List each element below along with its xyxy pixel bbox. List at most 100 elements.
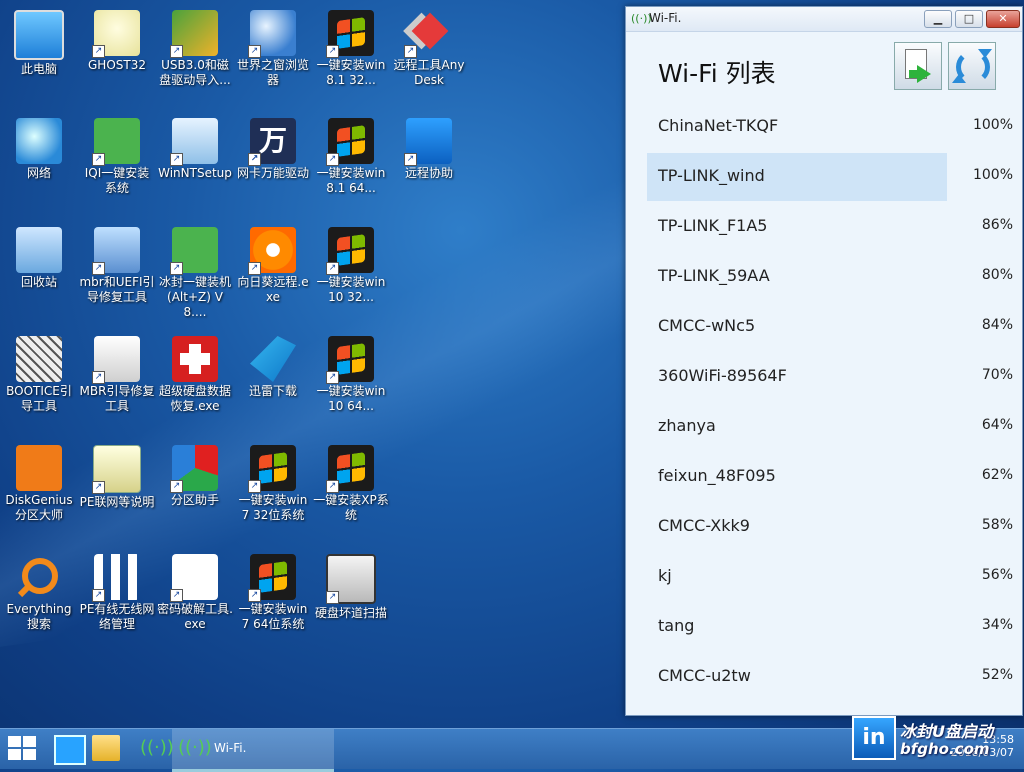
wifi-network-row[interactable]: feixun_48F095 62% <box>647 452 1019 502</box>
desktop-icon-usb-driver[interactable]: ↗ USB3.0和磁盘驱动导入... <box>156 4 234 88</box>
desktop-icon-win7-32[interactable]: ↗ 一键安装win7 32位系统 <box>234 439 312 523</box>
desktop-icon-win81-64[interactable]: ↗ 一键安装win8.1 64... <box>312 112 390 196</box>
desktop-icon-mbr-repair[interactable]: ↗ MBR引导修复工具 <box>78 330 156 414</box>
start-logo-pane <box>23 749 36 760</box>
wifi-network-row[interactable]: tang 34% <box>647 602 1019 652</box>
desktop-icon-partition-assistant[interactable]: ↗ 分区助手 <box>156 439 234 508</box>
desktop-icon-thunder[interactable]: 迅雷下载 <box>234 330 312 399</box>
wifi-ssid: ChinaNet-TKQF <box>658 116 779 135</box>
wifi-list-heading: Wi-Fi 列表 <box>658 59 776 88</box>
desktop-icon-win7-64[interactable]: ↗ 一键安装win7 64位系统 <box>234 548 312 632</box>
desktop-icon-win10-32[interactable]: ↗ 一键安装win10 32... <box>312 221 390 305</box>
desktop-icon-label: 一键安装XP系统 <box>313 493 389 522</box>
desktop-icon-label: 一键安装win7 32位系统 <box>238 493 308 522</box>
wifi-window: ((·)) Wi-Fi. ▁ □ ✕ Wi-Fi 列表 ChinaNet-TKQ… <box>625 6 1023 716</box>
desktop-icon-iqi[interactable]: ↗ IQI一键安装系统 <box>78 112 156 196</box>
desktop-icon-network-manager[interactable]: ↗ PE有线无线网络管理 <box>78 548 156 632</box>
wifi-network-row[interactable]: kj 56% <box>647 552 1019 602</box>
desktop-icon-network[interactable]: 网络 <box>0 112 78 181</box>
red-cross-icon <box>172 336 218 382</box>
close-button[interactable]: ✕ <box>986 10 1020 28</box>
desktop-icon-label: GHOST32 <box>88 58 146 72</box>
windows-flag-icon: ↗ <box>248 554 296 602</box>
wifi-ssid: kj <box>658 566 672 585</box>
wifi-network-row[interactable]: ChinaNet-TKQF 100% <box>647 102 1019 152</box>
desktop-icon-sunflower[interactable]: ↗ 向日葵远程.exe <box>234 221 312 305</box>
thunder-icon <box>250 336 296 382</box>
wifi-signal: 70% <box>981 367 1013 383</box>
network-globe-icon <box>16 118 62 164</box>
desktop-icon-everything[interactable]: Everything搜索 <box>0 548 78 632</box>
desktop-icon-label: 冰封一键装机(Alt+Z) V8.... <box>158 275 231 319</box>
wifi-network-row-selected[interactable]: TP-LINK_wind 100% <box>647 152 1019 202</box>
hdd-scan-icon: ↗ <box>326 554 376 604</box>
desktop-icon-label: 网卡万能驱动 <box>236 166 309 180</box>
desktop-icon-anydesk[interactable]: ↗ 远程工具AnyDesk <box>390 4 468 88</box>
desktop-icon-label: WinNTSetup <box>158 166 232 180</box>
bingfeng-ghost-icon: ↗ <box>170 227 218 275</box>
wifi-network-row[interactable]: CMCC-wNc5 84% <box>647 302 1019 352</box>
windows-flag-icon: ↗ <box>326 10 374 58</box>
desktop-icon-label: mbr和UEFI引导修复工具 <box>79 275 155 304</box>
wifi-network-row[interactable]: TP-LINK_F1A5 86% <box>647 202 1019 252</box>
wifi-network-row[interactable]: 360WiFi-89564F 70% <box>647 352 1019 402</box>
desktop-icon-bingfeng[interactable]: ↗ 冰封一键装机(Alt+Z) V8.... <box>156 221 234 320</box>
desktop-icon-ghost32[interactable]: ↗ GHOST32 <box>78 4 156 73</box>
desktop-icon-hdd-scan[interactable]: ↗ 硬盘坏道扫描 <box>312 548 390 621</box>
desktop-icon-win81-32[interactable]: ↗ 一键安装win8.1 32... <box>312 4 390 88</box>
wifi-network-row[interactable]: zhanya 64% <box>647 402 1019 452</box>
desktop: 此电脑 ↗ GHOST32 ↗ USB3.0和磁盘驱动导入... ↗ 世界之窗浏… <box>0 0 620 725</box>
desktop-icon-recycle-bin[interactable]: 回收站 <box>0 221 78 290</box>
file-explorer-icon[interactable] <box>92 735 120 761</box>
show-desktop-icon[interactable] <box>54 735 86 765</box>
wifi-ssid: TP-LINK_F1A5 <box>658 216 768 235</box>
wifi-signal: 56% <box>981 567 1013 583</box>
network-topology-icon: ↗ <box>92 554 140 602</box>
desktop-icon-label: PE联网等说明 <box>79 495 155 509</box>
desktop-icon-data-recovery[interactable]: 超级硬盘数据恢复.exe <box>156 330 234 414</box>
maximize-button[interactable]: □ <box>955 10 983 28</box>
minimize-button[interactable]: ▁ <box>924 10 952 28</box>
desktop-icon-win10-64[interactable]: ↗ 一键安装win10 64... <box>312 330 390 414</box>
partition-icon: ↗ <box>170 445 218 493</box>
desktop-icon-remote-assist[interactable]: ↗ 远程协助 <box>390 112 468 181</box>
export-button[interactable] <box>894 42 942 90</box>
taskbar-wifi-app[interactable]: ((·)) Wi-Fi. <box>172 729 334 772</box>
desktop-icon-mbr-uefi[interactable]: ↗ mbr和UEFI引导修复工具 <box>78 221 156 305</box>
desktop-icon-label: Everything搜索 <box>6 602 72 631</box>
desktop-icon-label: PE有线无线网络管理 <box>79 602 155 631</box>
desktop-icon-label: 一键安装win8.1 64... <box>316 166 386 195</box>
desktop-icon-diskgenius[interactable]: DiskGenius分区大师 <box>0 439 78 523</box>
desktop-icon-label: 远程工具AnyDesk <box>393 58 465 87</box>
computer-icon <box>14 10 64 60</box>
desktop-icon-label: 世界之窗浏览器 <box>236 58 309 87</box>
start-button[interactable] <box>8 736 38 762</box>
desktop-icon-winxp[interactable]: ↗ 一键安装XP系统 <box>312 439 390 523</box>
desktop-icon-label: 一键安装win10 64... <box>316 384 386 413</box>
wifi-network-row[interactable]: TP-LINK_59AA 80% <box>647 252 1019 302</box>
wifi-signal: 52% <box>981 667 1013 683</box>
wifi-antenna-taskbar-icon[interactable]: ((·)) <box>140 735 174 761</box>
desktop-icon-browser[interactable]: ↗ 世界之窗浏览器 <box>234 4 312 88</box>
wifi-ssid: zhanya <box>658 416 716 435</box>
desktop-icon-nic-driver[interactable]: 万 ↗ 网卡万能驱动 <box>234 112 312 181</box>
iqi-ghost-icon: ↗ <box>92 118 140 166</box>
sunflower-icon: ↗ <box>248 227 296 275</box>
desktop-icon-this-pc[interactable]: 此电脑 <box>0 4 78 77</box>
wifi-network-list: ChinaNet-TKQF 100% TP-LINK_wind 100% TP-… <box>647 102 1019 702</box>
windows-flag-icon: ↗ <box>326 227 374 275</box>
wifi-network-row[interactable]: CMCC-Xkk9 58% <box>647 502 1019 552</box>
desktop-icon-password-tool[interactable]: ↗ 密码破解工具.exe <box>156 548 234 632</box>
desktop-icon-winntsetup[interactable]: ↗ WinNTSetup <box>156 112 234 181</box>
taskbar-app-label: Wi-Fi. <box>214 741 247 755</box>
wifi-ssid: CMCC-wNc5 <box>658 316 756 335</box>
window-titlebar[interactable]: ((·)) Wi-Fi. ▁ □ ✕ <box>626 7 1022 32</box>
desktop-icon-label: 硬盘坏道扫描 <box>314 606 387 620</box>
wan-driver-icon: 万 ↗ <box>248 118 296 166</box>
refresh-button[interactable] <box>948 42 996 90</box>
bootice-icon <box>16 336 62 382</box>
wifi-network-row[interactable]: CMCC-u2tw 52% <box>647 652 1019 702</box>
desktop-icon-bootice[interactable]: BOOTICE引导工具 <box>0 330 78 414</box>
desktop-icon-pe-readme[interactable]: ↗ PE联网等说明 <box>78 439 156 510</box>
desktop-icon-label: USB3.0和磁盘驱动导入... <box>159 58 231 87</box>
